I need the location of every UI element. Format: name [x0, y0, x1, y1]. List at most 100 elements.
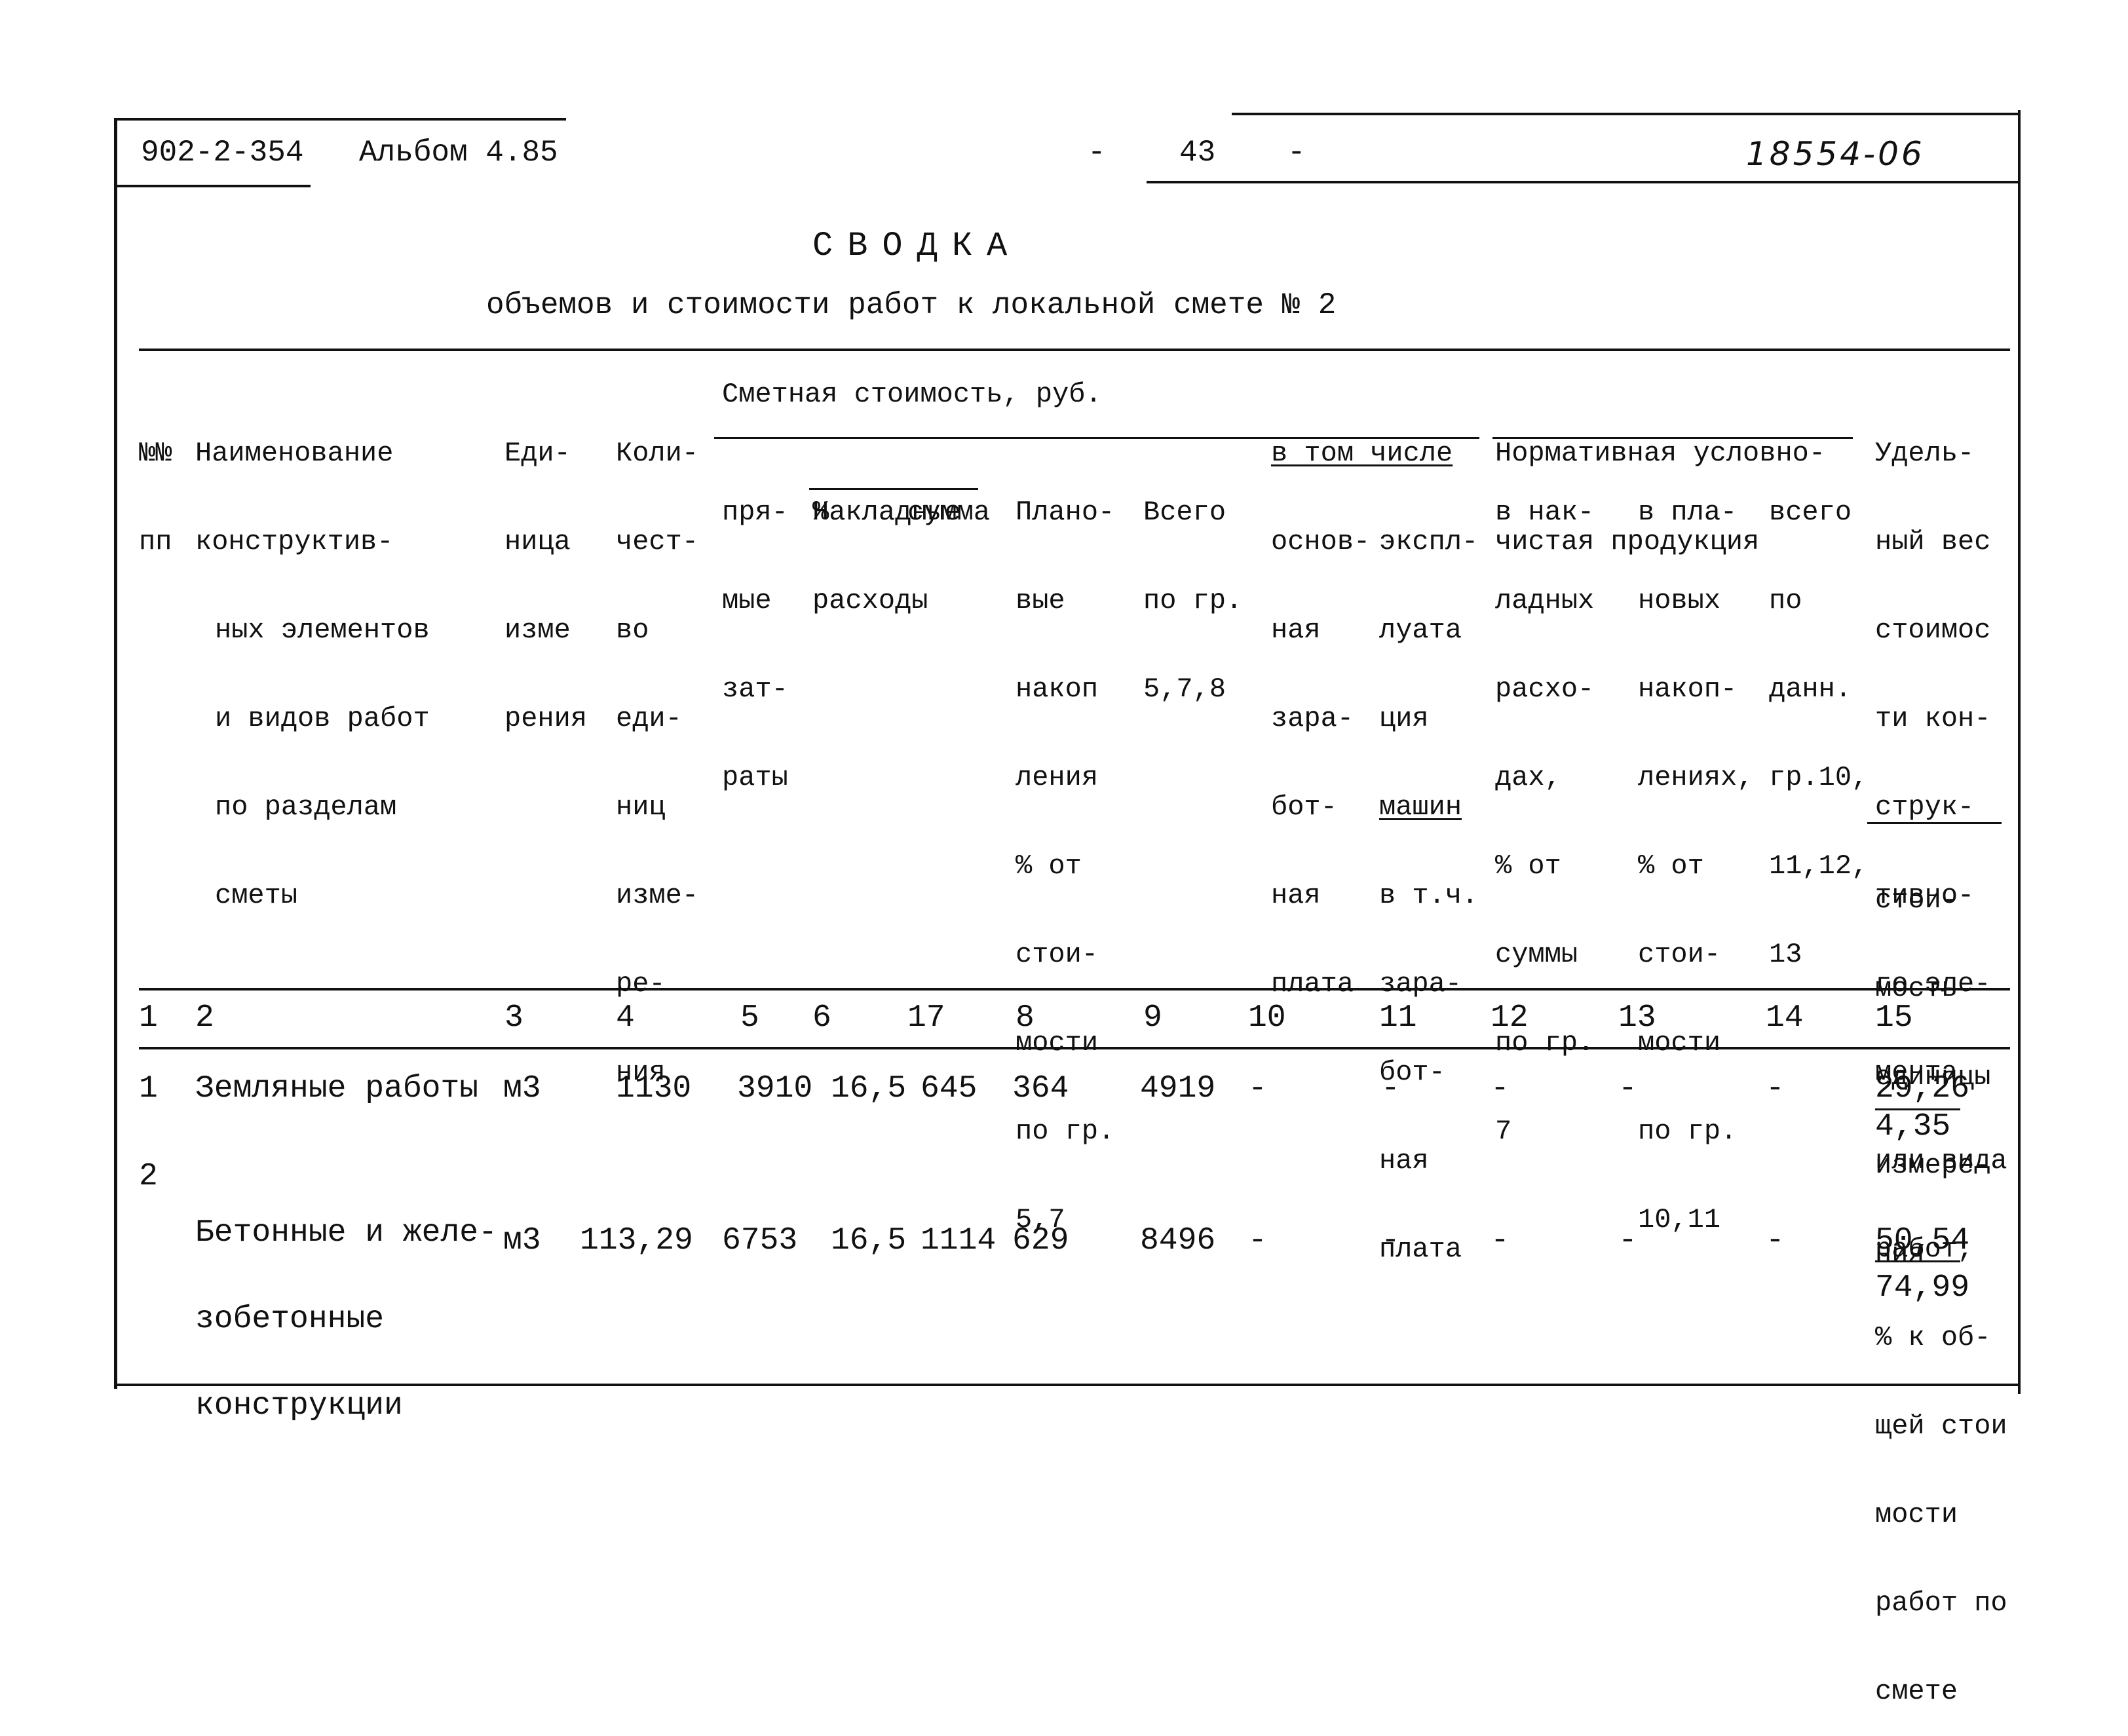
row-num: 2 — [139, 1159, 158, 1194]
row-name: Земляные работы — [195, 1071, 479, 1106]
row-name-line: зобетонные — [195, 1302, 385, 1337]
th-col12-line: дах, — [1495, 762, 1561, 793]
th-col15-line: смете — [1875, 1676, 1958, 1707]
th-col12-line: в нак- — [1495, 497, 1595, 528]
th-col4-line: ниц — [616, 791, 666, 823]
th-col11-line: экспл- — [1379, 526, 1479, 557]
th-col15-line: мости — [1875, 1499, 1958, 1530]
th-col11-line: луата — [1379, 614, 1462, 646]
row-overhead-sum: 645 — [921, 1071, 978, 1106]
row-unit-cost: 74,99 — [1875, 1270, 1970, 1306]
th-col3-line: изме — [504, 614, 571, 646]
row-direct: 3910 — [737, 1071, 813, 1106]
colnum-10: 10 — [1248, 1000, 1286, 1036]
th-col14-line: 13 — [1769, 939, 1802, 970]
th-col14-line: по — [1769, 585, 1802, 616]
th-col14-line: данн. — [1769, 673, 1852, 705]
th-col8-line: стои- — [1016, 939, 1099, 970]
colnum-3: 3 — [504, 1000, 523, 1036]
th-col12: в нак- ладных расхо- дах, % от суммы по … — [1495, 439, 1594, 1176]
top-rule-right — [1232, 113, 2018, 115]
th-col10-line: ная — [1271, 614, 1321, 646]
top-rule-left — [114, 118, 566, 121]
colnum-12: 12 — [1491, 1000, 1529, 1036]
th-col13-line: 10,11 — [1638, 1204, 1721, 1236]
row-unit: м3 — [503, 1071, 541, 1106]
th-col4-line: ре- — [616, 968, 666, 1000]
th-col10-line: зара- — [1271, 703, 1354, 734]
th-col1: №№ пп — [139, 380, 172, 586]
th-col11-line: зара- — [1379, 968, 1462, 1000]
row-c10: - — [1248, 1223, 1267, 1258]
th-col4-line: Коли- — [616, 438, 699, 469]
th-col13-line: % от — [1638, 850, 1704, 882]
th-col15-line: щей стои — [1875, 1410, 2007, 1442]
colnum-15: 15 — [1875, 1000, 1913, 1036]
th-col11-line: ция — [1379, 703, 1429, 734]
th-col15-line: ный вес — [1875, 526, 1991, 557]
th-col3-line: рения — [504, 703, 588, 734]
page-dash-right: - — [1287, 136, 1306, 170]
th-col9: Всего по гр. 5,7,8 — [1143, 439, 1242, 734]
th-col8-line: накоп — [1016, 673, 1099, 705]
th-col15-line: работ по — [1875, 1587, 2007, 1619]
th-col14-line: гр.10, — [1769, 762, 1869, 793]
row-c14: - — [1766, 1071, 1785, 1106]
colnum-13: 13 — [1618, 1000, 1656, 1036]
th-col4-line: изме- — [616, 880, 699, 911]
th-col13-line: по гр. — [1638, 1116, 1738, 1147]
th-col15-line: ти кон- — [1875, 703, 1991, 734]
header-rule-right — [1147, 181, 2018, 183]
th-col9-line: Всего — [1143, 497, 1226, 528]
th-col5-line: раты — [722, 762, 788, 793]
th-col2-line: по разделам — [215, 791, 397, 823]
th-col10-line: основ- — [1271, 526, 1371, 557]
th-col14-line: всего — [1769, 497, 1852, 528]
colnum-7: 17 — [907, 1000, 945, 1036]
row-name-line: конструкции — [195, 1388, 403, 1424]
row-planned: 364 — [1012, 1071, 1069, 1106]
row-qty: 1130 — [616, 1071, 692, 1106]
row-c14: - — [1766, 1223, 1785, 1258]
row-overhead-pct: 16,5 — [831, 1071, 907, 1106]
th-col2-line: сметы — [215, 880, 298, 911]
colnum-11: 11 — [1379, 1000, 1417, 1036]
fraction-line — [1875, 1260, 1960, 1262]
th-col7: сумма — [907, 497, 991, 528]
th-col3-line: ница — [504, 526, 571, 557]
page-frame-right — [2018, 110, 2021, 1394]
th-col4-line: во — [616, 614, 649, 646]
th-col15b-line: мость — [1875, 973, 1958, 1004]
album-label: Альбом 4.85 — [359, 136, 558, 170]
th-col5: пря- мые зат- раты — [722, 439, 788, 822]
colnum-2: 2 — [195, 1000, 214, 1036]
row-qty: 113,29 — [580, 1223, 693, 1258]
document-title: СВОДКА — [812, 227, 1022, 265]
document-subtitle: объемов и стоимости работ к локальной см… — [486, 288, 1337, 322]
th-overhead-group: Накладные расходы — [812, 439, 961, 645]
th-col15b-line: стои- — [1875, 884, 1958, 916]
th-col13: в пла- новых накоп- лениях, % от стои- м… — [1638, 439, 1753, 1264]
row-c11: - — [1381, 1071, 1400, 1106]
row-c13: - — [1618, 1223, 1637, 1258]
header-rule-left — [114, 185, 311, 187]
colnum-5: 5 — [740, 1000, 759, 1036]
th-col1-line: пп — [139, 526, 172, 557]
row-overhead-pct: 16,5 — [831, 1223, 907, 1258]
th-col5-line: пря- — [722, 497, 788, 528]
th-col5-line: мые — [722, 585, 772, 616]
th-col9-line: по гр. — [1143, 585, 1243, 616]
row-share-pct: 50,54 — [1875, 1223, 1970, 1258]
row-share-pct: 29,26 — [1875, 1071, 1970, 1106]
th-col15-line: струк- — [1875, 791, 1975, 823]
colnum-4: 4 — [616, 1000, 635, 1036]
th-col14-line: 11,12, — [1769, 850, 1869, 882]
th-col13-line: накоп- — [1638, 673, 1738, 705]
th-col13-line: в пла- — [1638, 497, 1738, 528]
th-col10-line: плата — [1271, 968, 1354, 1000]
row-name-line: Бетонные и желе- — [195, 1215, 497, 1251]
th-cost-group: Сметная стоимость, руб. — [722, 379, 1102, 410]
row-c11: - — [1381, 1223, 1400, 1258]
row-c12: - — [1491, 1071, 1510, 1106]
th-col11-line: машин — [1379, 791, 1462, 823]
